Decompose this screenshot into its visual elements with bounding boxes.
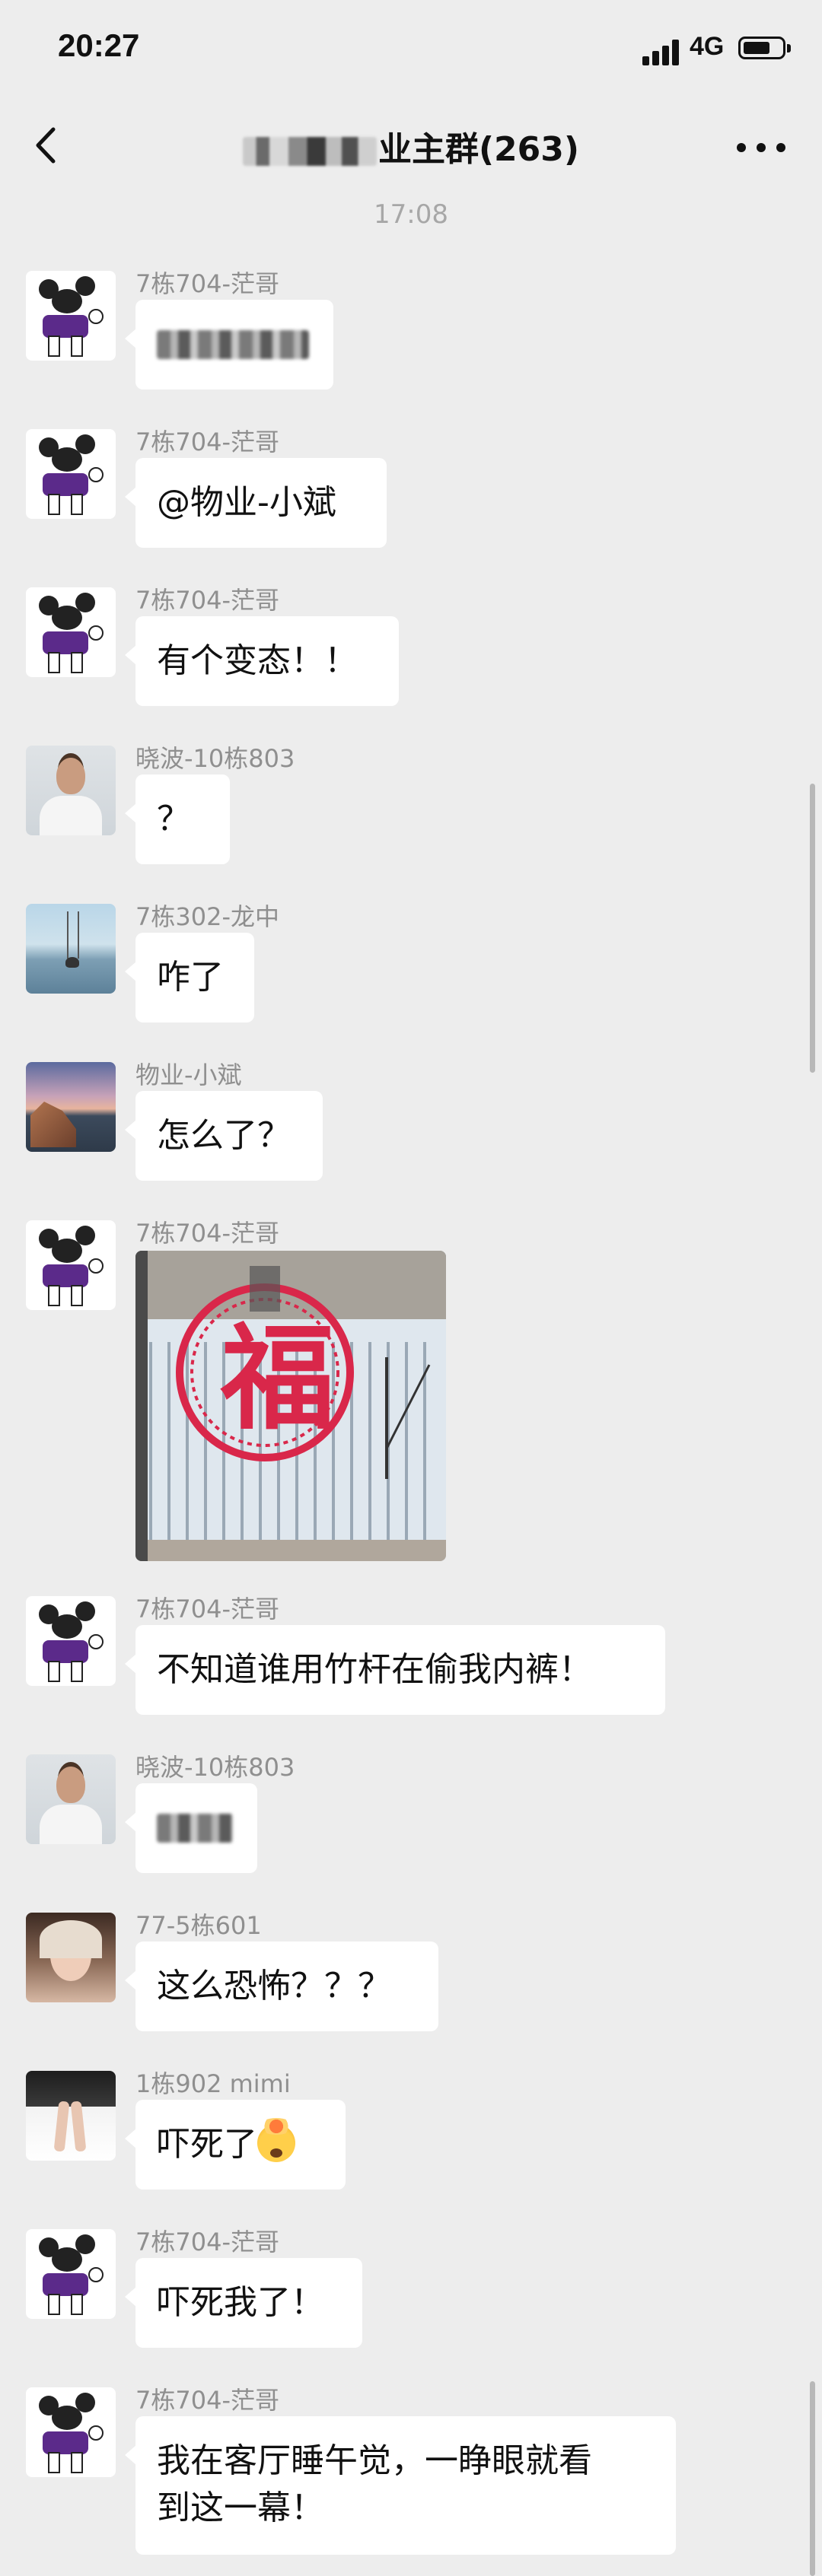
- mickey-avatar-icon: [39, 1226, 104, 1306]
- svg-text:福: 福: [220, 1313, 335, 1445]
- chat-timestamp: 17:08: [374, 199, 448, 230]
- avatar[interactable]: [26, 429, 116, 519]
- message-bubble[interactable]: 有个变态！！: [125, 616, 399, 706]
- message-bubble[interactable]: @物业-小斌: [125, 458, 387, 548]
- mickey-avatar-icon: [39, 1601, 104, 1682]
- more-button[interactable]: [737, 143, 787, 154]
- avatar[interactable]: [26, 587, 116, 677]
- sender-name: 晓波-10栋803: [135, 744, 295, 773]
- group-title: 业主群(263): [152, 122, 670, 170]
- message-bubble[interactable]: ？: [125, 774, 230, 864]
- message-bubble[interactable]: [125, 300, 333, 390]
- exploding-head-emoji: [257, 2118, 295, 2162]
- status-time: 20:27: [58, 27, 140, 63]
- sender-name: 1栋902 mimi: [135, 2069, 291, 2098]
- avatar[interactable]: [26, 1062, 116, 1152]
- image-message[interactable]: 福: [135, 1251, 446, 1561]
- avatar[interactable]: [26, 2229, 116, 2319]
- chat-header: 业主群(263): [0, 99, 822, 190]
- message-bubble[interactable]: 咋了: [125, 933, 254, 1022]
- redacted-title-part: [242, 137, 377, 166]
- signal-icon: [642, 40, 680, 65]
- window-fu-character-photo: 福: [135, 1251, 446, 1561]
- message-text-line: 我在客厅睡午觉，一睁眼就看: [157, 2441, 592, 2480]
- redacted-message: [157, 330, 309, 359]
- group-title-text: 业主群(263): [378, 130, 580, 169]
- message-text: 吓死了: [157, 2125, 257, 2164]
- sender-name: 7栋704-茫哥: [135, 428, 279, 456]
- sender-name: 7栋302-龙中: [135, 902, 279, 931]
- scrollbar[interactable]: [810, 784, 815, 1073]
- message-text-line: 到这一幕！: [157, 2489, 324, 2527]
- avatar[interactable]: [26, 1220, 116, 1310]
- message-bubble[interactable]: 吓死了: [125, 2100, 346, 2190]
- back-button[interactable]: [26, 119, 72, 172]
- avatar[interactable]: [26, 904, 116, 994]
- mickey-avatar-icon: [39, 2393, 104, 2473]
- message-bubble[interactable]: [125, 1783, 257, 1873]
- more-horizontal-icon: [737, 143, 746, 152]
- sender-name: 7栋704-茫哥: [135, 2386, 279, 2415]
- sender-name: 77-5栋601: [135, 1911, 262, 1940]
- message-bubble[interactable]: 不知道谁用竹杆在偷我内裤！: [125, 1625, 665, 1715]
- avatar[interactable]: [26, 271, 116, 361]
- sender-name: 7栋704-茫哥: [135, 269, 279, 298]
- sender-name: 晓波-10栋803: [135, 1753, 295, 1782]
- avatar[interactable]: [26, 746, 116, 835]
- avatar[interactable]: [26, 1913, 116, 2002]
- status-bar: 20:27 4G: [0, 0, 822, 99]
- avatar[interactable]: [26, 1754, 116, 1844]
- mickey-avatar-icon: [39, 2234, 104, 2315]
- sender-name: 7栋704-茫哥: [135, 2228, 279, 2256]
- message-bubble[interactable]: 怎么了？: [125, 1091, 323, 1181]
- avatar[interactable]: [26, 1596, 116, 1686]
- network-type: 4G: [690, 32, 725, 61]
- sender-name: 物业-小斌: [135, 1061, 242, 1089]
- sender-name: 7栋704-茫哥: [135, 586, 279, 615]
- sender-name: 7栋704-茫哥: [135, 1219, 279, 1248]
- sender-name: 7栋704-茫哥: [135, 1595, 279, 1624]
- battery-icon: [738, 37, 791, 59]
- avatar[interactable]: [26, 2387, 116, 2477]
- chevron-left-icon: [36, 127, 56, 164]
- scrollbar[interactable]: [810, 2381, 815, 2576]
- redacted-message: [157, 1814, 233, 1843]
- message-bubble[interactable]: 我在客厅睡午觉，一睁眼就看 到这一幕！: [125, 2416, 676, 2555]
- avatar[interactable]: [26, 2071, 116, 2161]
- message-bubble[interactable]: 吓死我了！: [125, 2258, 362, 2348]
- mickey-avatar-icon: [39, 593, 104, 673]
- message-bubble[interactable]: 这么恐怖？？？: [125, 1942, 438, 2031]
- mickey-avatar-icon: [39, 434, 104, 515]
- mickey-avatar-icon: [39, 276, 104, 357]
